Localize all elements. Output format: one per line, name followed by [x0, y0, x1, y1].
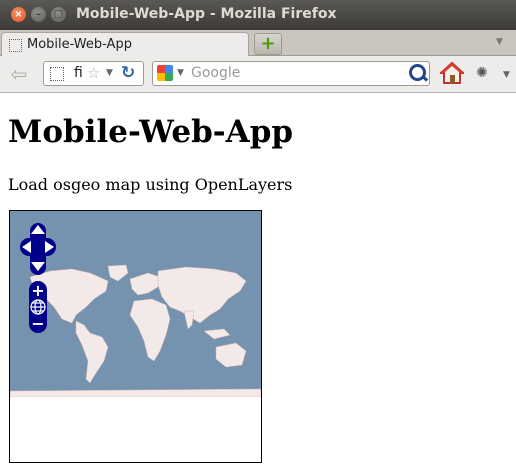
- page-description: Load osgeo map using OpenLayers: [8, 175, 293, 194]
- search-input[interactable]: Google: [191, 65, 240, 81]
- window-title: Mobile-Web-App - Mozilla Firefox: [76, 6, 337, 22]
- addon-icon[interactable]: ✺: [476, 65, 494, 81]
- zoom-in-icon[interactable]: +: [31, 281, 44, 300]
- home-icon[interactable]: [440, 61, 464, 85]
- navigation-toolbar: ⇦ fi ☆ ▼ ↻ ▼ Google ✺ ▼: [0, 56, 516, 93]
- window-maximize-button[interactable]: □: [51, 7, 66, 22]
- star-icon[interactable]: ☆: [87, 64, 100, 82]
- tab-label: Mobile-Web-App: [27, 37, 132, 52]
- openlayers-map[interactable]: + −: [9, 210, 262, 463]
- tab-strip: Mobile-Web-App + ▼: [0, 30, 516, 57]
- google-icon[interactable]: [157, 65, 173, 81]
- page-favicon-icon: [9, 39, 22, 52]
- tab-mobile-web-app[interactable]: Mobile-Web-App: [1, 32, 249, 57]
- back-arrow-icon[interactable]: ⇦: [6, 62, 32, 86]
- reload-icon[interactable]: ↻: [121, 63, 135, 83]
- window-minimize-button[interactable]: –: [31, 7, 46, 22]
- url-bar[interactable]: fi ☆ ▼ ↻: [43, 61, 144, 86]
- title-bar: × – □ Mobile-Web-App - Mozilla Firefox: [0, 0, 516, 30]
- plus-icon: +: [260, 33, 276, 54]
- search-bar[interactable]: ▼ Google: [152, 61, 430, 86]
- search-engine-chevron-icon[interactable]: ▼: [177, 68, 184, 78]
- url-history-chevron-icon[interactable]: ▼: [106, 68, 113, 78]
- map-navigation-controls: + −: [20, 223, 56, 333]
- search-icon[interactable]: [409, 64, 426, 81]
- page-heading: Mobile-Web-App: [8, 114, 294, 150]
- url-input[interactable]: fi: [74, 65, 83, 81]
- page-content: Mobile-Web-App Load osgeo map using Open…: [0, 93, 516, 475]
- window-close-button[interactable]: ×: [11, 7, 26, 22]
- page-identity-icon[interactable]: [50, 67, 64, 81]
- browser-window: × – □ Mobile-Web-App - Mozilla Firefox M…: [0, 0, 516, 475]
- zoom-out-icon[interactable]: −: [31, 314, 44, 333]
- tab-list-chevron-icon[interactable]: ▼: [496, 37, 503, 47]
- addon-chevron-icon[interactable]: ▼: [503, 70, 510, 80]
- new-tab-button[interactable]: +: [254, 33, 282, 55]
